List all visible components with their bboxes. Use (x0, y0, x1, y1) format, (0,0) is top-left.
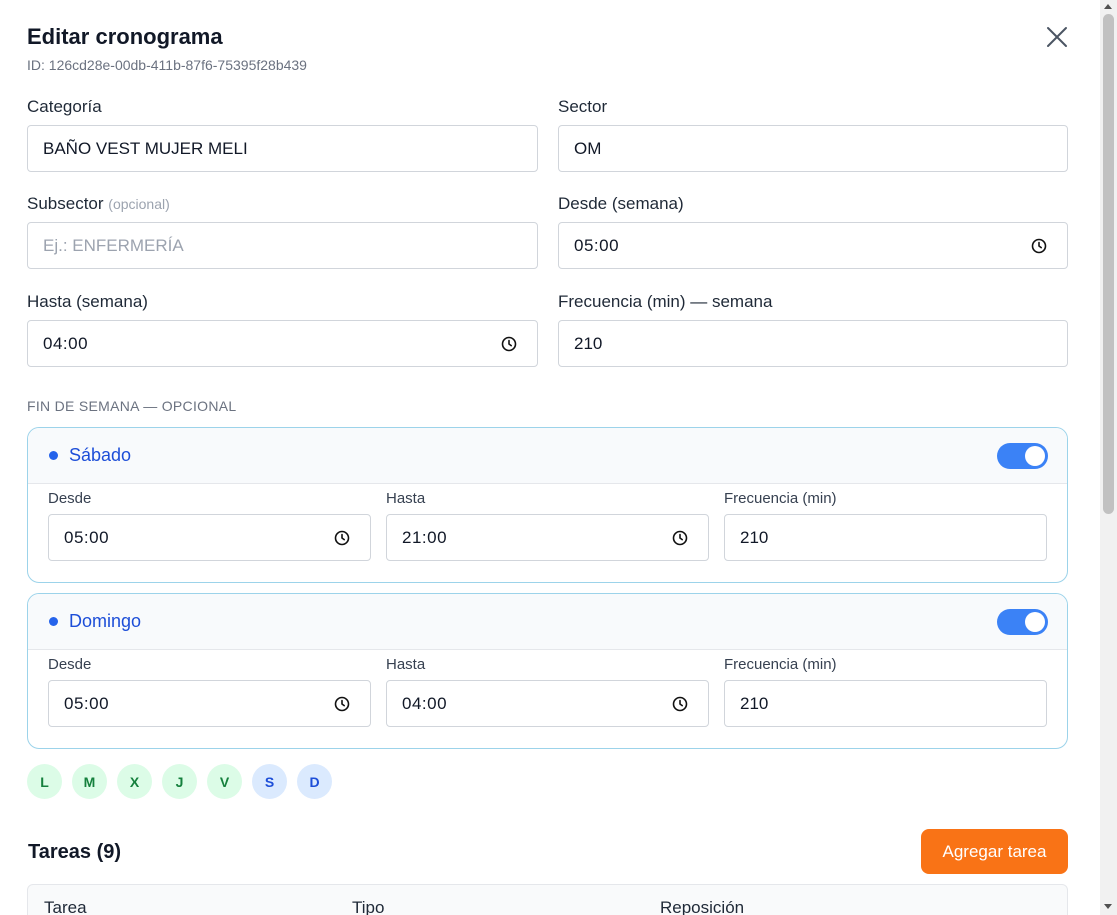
day-chip-sabado[interactable]: S (252, 764, 287, 799)
sector-input[interactable]: OM (558, 125, 1068, 172)
categoria-value: BAÑO VEST MUJER MELI (43, 138, 248, 158)
frecuencia-label: Frecuencia (min) (724, 490, 837, 507)
subsector-input[interactable]: Ej.: ENFERMERÍA (27, 222, 538, 269)
desde-label: Desde (48, 656, 92, 673)
subsector-label: Subsector (opcional) (27, 194, 170, 214)
scroll-thumb[interactable] (1103, 14, 1114, 514)
column-header-reposicion[interactable]: Reposición (660, 898, 744, 915)
day-chip-jueves[interactable]: J (162, 764, 197, 799)
vertical-scrollbar[interactable] (1100, 0, 1117, 915)
hasta-label: Hasta (386, 490, 426, 507)
status-dot (49, 617, 58, 626)
categoria-label: Categoría (27, 97, 102, 116)
toggle-knob (1025, 612, 1045, 632)
hasta-semana-input[interactable]: 04:00 (27, 320, 538, 367)
weekend-caption: FIN DE SEMANA — OPCIONAL (27, 398, 237, 414)
day-chip-viernes[interactable]: V (207, 764, 242, 799)
domingo-desde-input[interactable]: 05:00 (48, 680, 371, 727)
desde-semana-label: Desde (semana) (558, 194, 684, 213)
tasks-table: Tarea Tipo Reposición (27, 884, 1068, 915)
desde-semana-value: 05:00 (574, 235, 620, 255)
sector-value: OM (574, 138, 602, 158)
frecuencia-semana-value: 210 (574, 333, 603, 353)
frecuencia-label: Frecuencia (min) (724, 656, 837, 673)
clock-icon[interactable] (672, 696, 688, 712)
toggle-knob (1025, 446, 1045, 466)
clock-icon[interactable] (672, 530, 688, 546)
frecuencia-semana-input[interactable]: 210 (558, 320, 1068, 367)
domingo-hasta-input[interactable]: 04:00 (386, 680, 709, 727)
status-dot (49, 451, 58, 460)
sabado-frecuencia-input[interactable]: 210 (724, 514, 1047, 561)
day-chip-miercoles[interactable]: X (117, 764, 152, 799)
clock-icon[interactable] (334, 530, 350, 546)
day-chip-martes[interactable]: M (72, 764, 107, 799)
edit-schedule-modal: Editar cronograma ID: 126cd28e-00db-411b… (0, 0, 1100, 915)
sabado-desde-input[interactable]: 05:00 (48, 514, 371, 561)
column-header-tipo[interactable]: Tipo (352, 898, 384, 915)
clock-icon[interactable] (334, 696, 350, 712)
day-chip-lunes[interactable]: L (27, 764, 62, 799)
clock-icon[interactable] (1031, 238, 1047, 254)
scroll-down-icon[interactable] (1104, 904, 1112, 909)
sabado-toggle[interactable] (997, 443, 1048, 469)
sabado-desde-value: 05:00 (64, 527, 110, 547)
tasks-title: Tareas (9) (28, 841, 122, 863)
hasta-label: Hasta (386, 656, 426, 673)
sabado-hasta-input[interactable]: 21:00 (386, 514, 709, 561)
domingo-frecuencia-input[interactable]: 210 (724, 680, 1047, 727)
hasta-semana-label: Hasta (semana) (27, 292, 148, 311)
day-card-header: Domingo (28, 594, 1067, 650)
close-icon[interactable] (1044, 24, 1070, 50)
frecuencia-semana-label: Frecuencia (min) — semana (558, 292, 773, 311)
schedule-id: ID: 126cd28e-00db-411b-87f6-75395f28b439 (27, 57, 307, 73)
day-name: Domingo (69, 611, 142, 631)
sabado-hasta-value: 21:00 (402, 527, 448, 547)
categoria-input[interactable]: BAÑO VEST MUJER MELI (27, 125, 538, 172)
sabado-frecuencia-value: 210 (740, 527, 769, 547)
day-name: Sábado (69, 445, 132, 465)
day-chips: L M X J V S D (27, 764, 332, 799)
domingo-toggle[interactable] (997, 609, 1048, 635)
clock-icon[interactable] (501, 336, 517, 352)
scroll-up-icon[interactable] (1104, 4, 1112, 9)
day-card-sabado: Sábado Desde Hasta Frecuencia (min) 05:0… (27, 427, 1068, 583)
subsector-placeholder: Ej.: ENFERMERÍA (43, 235, 184, 255)
column-header-tarea[interactable]: Tarea (44, 898, 87, 915)
domingo-hasta-value: 04:00 (402, 693, 448, 713)
modal-title: Editar cronograma (27, 24, 223, 49)
day-card-domingo: Domingo Desde Hasta Frecuencia (min) 05:… (27, 593, 1068, 749)
desde-semana-input[interactable]: 05:00 (558, 222, 1068, 269)
hasta-semana-value: 04:00 (43, 333, 89, 353)
subsector-label-text: Subsector (27, 194, 104, 213)
sector-label: Sector (558, 97, 608, 116)
domingo-desde-value: 05:00 (64, 693, 110, 713)
add-task-button[interactable]: Agregar tarea (921, 829, 1068, 874)
day-card-header: Sábado (28, 428, 1067, 484)
desde-label: Desde (48, 490, 92, 507)
day-chip-domingo[interactable]: D (297, 764, 332, 799)
domingo-frecuencia-value: 210 (740, 693, 769, 713)
optional-hint: (opcional) (108, 196, 170, 212)
